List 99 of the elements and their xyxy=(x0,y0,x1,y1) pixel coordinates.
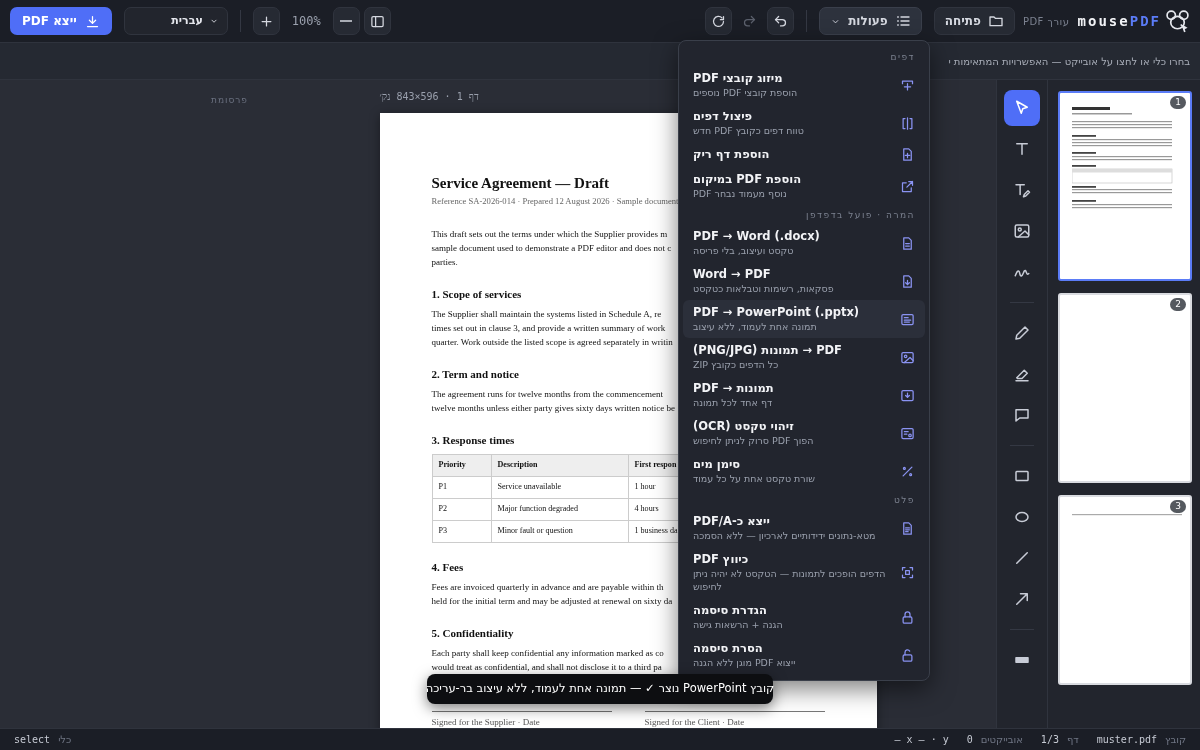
section-heading: 5. Confidentiality xyxy=(431,626,514,640)
text-edit-icon xyxy=(1013,181,1031,199)
section-heading: 1. Scope of services xyxy=(431,287,522,301)
status-label: דף xyxy=(1066,733,1079,747)
document-download-icon xyxy=(900,273,915,289)
zoom-out-button[interactable] xyxy=(332,7,360,35)
menu-item[interactable]: כיווץ PDF הדפים הופכים לתמונות — הטקסט לא יהיה ניתן לחיפוש xyxy=(683,547,925,598)
menu-item[interactable]: פיצול דפים טווח דפים כקובץ PDF חדש xyxy=(683,104,925,142)
image-icon xyxy=(900,349,915,365)
object-count: 0 xyxy=(966,733,973,747)
line-icon xyxy=(1013,549,1031,567)
menu-item[interactable]: PDF → תמונות דף אחד לכל תמונה xyxy=(683,376,925,414)
document-icon xyxy=(900,520,915,536)
slides-icon xyxy=(900,311,915,327)
status-label: כלי xyxy=(58,733,72,747)
current-tool: select xyxy=(14,733,51,747)
menu-section-title: דפים xyxy=(890,52,915,62)
document-title: Service Agreement — Draft xyxy=(431,174,610,192)
refresh-button[interactable] xyxy=(705,7,733,35)
undo-icon xyxy=(773,13,789,29)
status-label: קובץ xyxy=(1165,733,1186,747)
folder-icon xyxy=(987,13,1004,29)
section-heading: 3. Response times xyxy=(431,433,515,447)
section-heading: 4. Fees xyxy=(431,560,464,574)
zoom-level: 100% xyxy=(290,13,322,30)
minus-icon xyxy=(340,20,353,22)
menu-item[interactable]: הוספת דף ריק xyxy=(683,142,925,167)
menu-item[interactable]: הגדרת סיסמה הגנה + הרשאות גישה xyxy=(683,598,925,636)
table-cell: P3 xyxy=(432,520,491,543)
app-subtitle: עורך PDF xyxy=(1022,14,1070,29)
page-number-badge: 1 xyxy=(1170,96,1186,109)
add-page-icon xyxy=(900,147,915,162)
table-cell: Major function degraded xyxy=(491,498,628,521)
signature-label: Signed for the Client · Date xyxy=(644,716,746,728)
signature-label: Signed for the Supplier · Date xyxy=(431,716,541,728)
menu-item[interactable]: הוספת PDF במיקום PDF נוסף מעמוד נבחר xyxy=(683,167,925,205)
open-button[interactable]: פתיחה xyxy=(933,7,1015,35)
column-header: Priority xyxy=(432,454,491,477)
page-number-badge: 2 xyxy=(1170,298,1186,311)
page-thumbnail[interactable]: 1 xyxy=(1058,91,1192,281)
list-icon xyxy=(894,13,911,29)
status-label: אובייקטים xyxy=(980,733,1023,747)
table-cell: Minor fault or question xyxy=(491,520,628,543)
document-icon xyxy=(900,235,915,251)
comment-icon xyxy=(1013,406,1031,424)
pencil-icon xyxy=(1013,324,1031,342)
menu-item[interactable]: מיזוג קובצי PDF הוספת קובצי PDF נוספים xyxy=(683,66,925,104)
image-icon xyxy=(1013,222,1031,240)
menu-item[interactable]: זיהוי טקסט (OCR) הפוך PDF סרוק לניתן לחיפוש xyxy=(683,414,925,452)
page-number-badge: 3 xyxy=(1170,500,1186,513)
page-thumbnail[interactable]: 3 xyxy=(1058,495,1192,685)
scan-text-icon xyxy=(900,425,915,441)
menu-item[interactable]: (PNG/JPG) תמונות → PDF כל הדפים כקובץ ZIP xyxy=(683,338,925,376)
unlock-icon xyxy=(900,647,915,663)
language-select[interactable]: עברית xyxy=(123,7,228,35)
redo-icon xyxy=(742,13,758,29)
plus-icon xyxy=(258,13,274,29)
mouse-logo-icon xyxy=(1165,8,1190,34)
lock-icon xyxy=(900,609,915,625)
actions-menu-button[interactable]: פעולות xyxy=(819,7,922,35)
image-download-icon xyxy=(900,387,915,403)
menu-section-title: פלט xyxy=(893,495,915,505)
pointer-tool[interactable] xyxy=(1004,90,1040,126)
hint-text: בחרו כלי או לחצו על אובייקט — האפשרויות המתאימות י xyxy=(948,54,1190,69)
paragraph: The agreement runs for twelve months from the commencement twelve months unless either party gives sixty days written notice be xyxy=(431,388,675,415)
zoom-in-button[interactable] xyxy=(252,7,280,35)
sidebar-toggle-button[interactable] xyxy=(363,7,391,35)
paragraph: Fees are invoiced quarterly in advance and are payable within th held for the initial term and may be adjusted at renewal on sixty da xyxy=(431,581,673,608)
page-indicator: 1/3 xyxy=(1040,733,1059,747)
cursor-coordinates: – x – · y xyxy=(894,733,949,747)
split-icon xyxy=(900,115,915,131)
arrow-icon xyxy=(1013,590,1031,608)
section-heading: 2. Term and notice xyxy=(431,367,519,381)
export-button[interactable]: ייצא PDF xyxy=(10,7,112,35)
app-logo: mouse PDF xyxy=(1077,11,1161,31)
table-cell: Service unavailable xyxy=(491,476,628,499)
table-cell: P1 xyxy=(432,476,491,499)
page-thumbnail[interactable]: 2 xyxy=(1058,293,1192,483)
refresh-icon xyxy=(711,13,727,29)
sidebar-toggle-icon xyxy=(369,13,385,29)
external-link-icon xyxy=(900,178,915,194)
paragraph: The Supplier shall maintain the systems listed in Schedule A, re times set out in clause 3, and provide a written summary of work quarter. Work outside the listed scope is agreed separately in writin xyxy=(431,308,673,349)
page-size-label: דף 1 · 596×843 נק׳ xyxy=(379,90,479,104)
download-icon xyxy=(84,13,100,29)
undo-button[interactable] xyxy=(767,7,795,35)
merge-icon xyxy=(900,77,915,93)
text-icon xyxy=(1013,140,1031,158)
column-header: Description xyxy=(491,454,628,477)
paragraph: This draft sets out the terms under which the Supplier provides m sample document used to demonstrate a PDF editor and does not c parties. xyxy=(431,228,672,269)
compress-icon xyxy=(900,565,915,580)
table-cell: P2 xyxy=(432,498,491,521)
toast-message: קובץ PowerPoint נוצר ✓ — תמונה אחת לעמוד, ללא עיצוב בר-עריכה xyxy=(427,674,773,704)
ad-label: פרסומת xyxy=(210,95,248,105)
file-name: muster.pdf xyxy=(1096,733,1157,747)
pointer-icon xyxy=(1013,99,1031,117)
menu-section-title: המרה · פועל בדפדפן xyxy=(806,210,915,220)
document-meta: Reference SA-2026-014 · Prepared 12 August 2026 · Sample document xyxy=(431,196,679,206)
paragraph: Each party shall keep confidential any information marked as co would treat as confidential, and shall not disclose it to a third pa xyxy=(431,647,664,674)
menu-item[interactable]: הסרת סיסמה ייצוא PDF מוגן ללא הגנה xyxy=(683,636,925,674)
